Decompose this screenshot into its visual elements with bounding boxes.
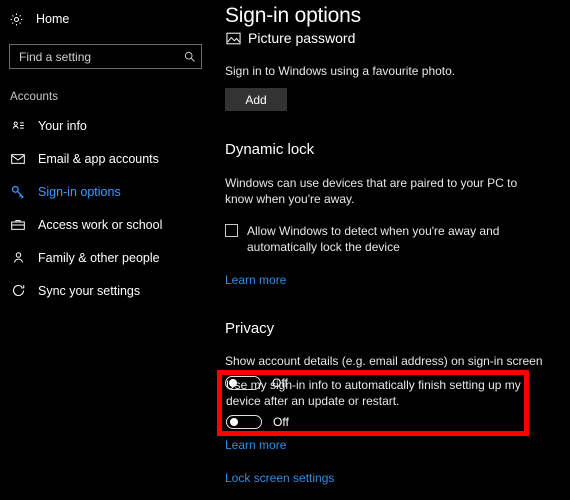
dynamic-lock-heading: Dynamic lock xyxy=(225,141,315,158)
key-icon xyxy=(10,184,26,200)
contact-card-icon xyxy=(10,118,26,134)
page-title: Sign-in options xyxy=(225,4,361,27)
search-icon[interactable] xyxy=(178,45,201,68)
picture-icon xyxy=(225,30,241,46)
dynamic-lock-checkbox-row[interactable]: Allow Windows to detect when you're away… xyxy=(225,223,545,255)
privacy-links: Learn more Lock screen settings xyxy=(225,436,558,487)
account-details-label: Show account details (e.g. email address… xyxy=(225,354,543,368)
picture-password-label: Picture password xyxy=(248,30,356,46)
signin-info-toggle-row[interactable]: Off xyxy=(226,415,521,429)
dynamic-lock-checkbox[interactable] xyxy=(225,224,238,237)
toggle-knob xyxy=(230,418,238,426)
envelope-icon xyxy=(10,151,26,167)
settings-window: Home Accounts Your info xyxy=(0,0,570,500)
lock-screen-settings-link[interactable]: Lock screen settings xyxy=(225,471,334,485)
signin-info-setting: Use my sign-in info to automatically fin… xyxy=(217,370,529,436)
search-input[interactable] xyxy=(10,45,178,68)
sidebar: Home Accounts Your info xyxy=(0,0,212,500)
sidebar-item-label: Your info xyxy=(38,118,87,133)
privacy-learn-more-link[interactable]: Learn more xyxy=(225,438,286,452)
sidebar-item-family-other-people[interactable]: Family & other people xyxy=(0,241,212,274)
sidebar-item-label: Sign-in options xyxy=(38,184,121,199)
sidebar-item-access-work-or-school[interactable]: Access work or school xyxy=(0,208,212,241)
picture-password-description: Sign in to Windows using a favourite pho… xyxy=(225,64,456,78)
sidebar-item-label: Sync your settings xyxy=(38,283,141,298)
sidebar-item-sign-in-options[interactable]: Sign-in options xyxy=(0,175,212,208)
main-content: Sign-in options Picture password Sign in… xyxy=(212,0,570,500)
gear-icon xyxy=(8,11,24,27)
sidebar-item-label: Email & app accounts xyxy=(38,151,159,166)
sidebar-group-title: Accounts xyxy=(10,91,59,103)
sidebar-item-sync-your-settings[interactable]: Sync your settings xyxy=(0,274,212,307)
sidebar-item-label: Family & other people xyxy=(38,250,160,265)
picture-password-heading: Picture password xyxy=(225,30,558,46)
signin-info-label: Use my sign-in info to automatically fin… xyxy=(226,378,521,408)
briefcase-icon xyxy=(10,217,26,233)
sync-icon xyxy=(10,283,26,299)
home-label: Home xyxy=(36,12,70,26)
signin-info-toggle-state: Off xyxy=(273,415,289,429)
signin-info-toggle[interactable] xyxy=(226,415,262,429)
sidebar-item-email-app-accounts[interactable]: Email & app accounts xyxy=(0,142,212,175)
person-icon xyxy=(10,250,26,266)
dynamic-lock-learn-more-link[interactable]: Learn more xyxy=(225,273,286,287)
sidebar-item-home[interactable]: Home xyxy=(0,6,212,32)
dynamic-lock-description: Windows can use devices that are paired … xyxy=(225,176,518,206)
sidebar-item-label: Access work or school xyxy=(38,217,163,232)
sidebar-item-your-info[interactable]: Your info xyxy=(0,109,212,142)
add-button[interactable]: Add xyxy=(225,88,287,111)
dynamic-lock-checkbox-label: Allow Windows to detect when you're away… xyxy=(247,224,500,254)
privacy-heading: Privacy xyxy=(225,320,275,337)
search-box[interactable] xyxy=(9,44,202,69)
